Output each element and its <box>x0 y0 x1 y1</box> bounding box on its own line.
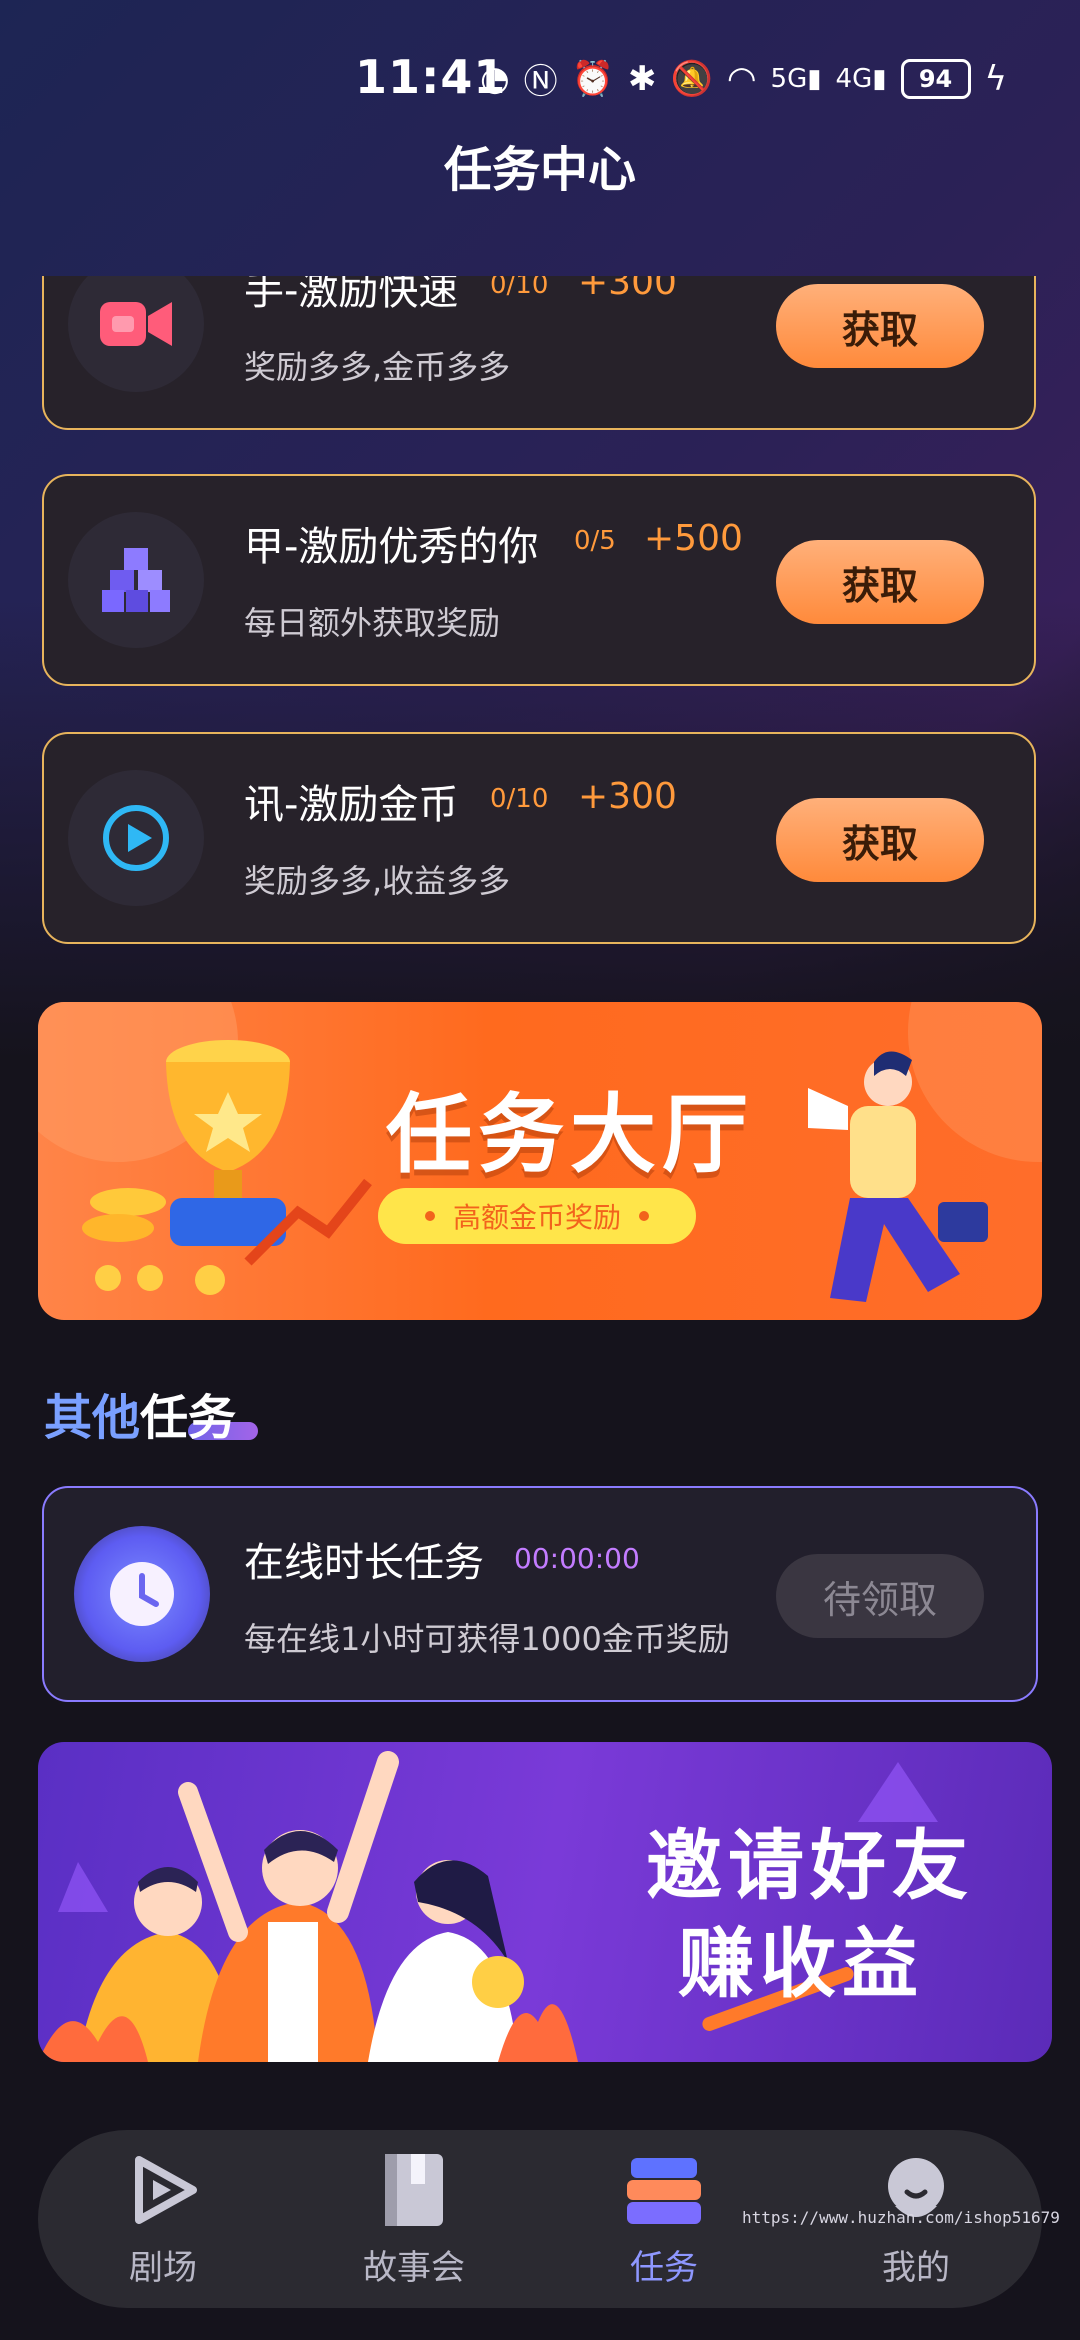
task-desc: 奖励多多,金币多多 <box>244 348 511 386</box>
watermark: https://www.huzhan.com/ishop51679 <box>742 2208 1060 2227</box>
task-list: 手-激励快速 0/10 +300 奖励多多,金币多多 获取 甲-激励优秀的你 0… <box>0 276 1080 956</box>
battery-icon: 94 <box>900 58 971 99</box>
task-title: 手-激励快速 <box>244 276 459 314</box>
task-title: 讯-激励金币 <box>244 782 459 828</box>
online-task-title: 在线时长任务 <box>244 1540 484 1586</box>
task-title: 甲-激励优秀的你 <box>244 524 539 570</box>
online-task-timer: 00:00:00 <box>514 1542 640 1575</box>
charging-icon: ϟ <box>984 58 1007 99</box>
status-icons: ◔ Ⓝ ⏰ ✱ 🔕 ◠ 5G▮ 4G▮ 94 ϟ <box>480 54 1007 103</box>
nav-label: 任务 <box>630 2248 698 2288</box>
pending-claim-button[interactable]: 待领取 <box>776 1554 984 1638</box>
task-hall-subtitle: 高额金币奖励 <box>452 1201 621 1234</box>
task-card: 手-激励快速 0/10 +300 奖励多多,金币多多 获取 <box>42 276 1036 430</box>
page-title: 任务中心 <box>443 142 636 198</box>
speed-icon: ◔ <box>480 58 510 99</box>
section-title-accent: 其他 <box>44 1390 141 1446</box>
section-title: 其他任务 <box>44 1378 236 1448</box>
task-desc: 每日额外获取奖励 <box>244 604 501 642</box>
nav-item-tasks[interactable]: 任务 <box>584 2150 744 2289</box>
nav-label: 剧场 <box>129 2248 197 2288</box>
task-reward: +300 <box>578 776 677 817</box>
claim-button[interactable]: 获取 <box>776 540 984 624</box>
online-task-desc: 每在线1小时可获得1000金币奖励 <box>244 1620 730 1658</box>
task-icon <box>624 2150 704 2230</box>
task-progress: 0/10 <box>490 784 549 814</box>
claim-button[interactable]: 获取 <box>776 284 984 368</box>
signal-4g-icon: 4G▮ <box>835 63 887 94</box>
nav-label: 我的 <box>882 2248 950 2288</box>
pill-dot <box>639 1211 649 1221</box>
notebook-icon <box>374 2150 454 2230</box>
task-hall-title: 任务大厅 <box>386 1085 754 1185</box>
mute-bell-icon: 🔕 <box>670 58 713 99</box>
section-title-rest: 任务 <box>140 1390 237 1446</box>
pill-dot <box>424 1211 435 1221</box>
nav-item-theater[interactable]: 剧场 <box>83 2150 243 2289</box>
nfc-icon: Ⓝ <box>523 62 558 102</box>
video-camera-icon <box>68 276 204 392</box>
invite-title-line2: 赚收益 <box>678 1919 924 2008</box>
theater-icon <box>123 2150 203 2230</box>
status-bar: 11:41 ◔ Ⓝ ⏰ ✱ 🔕 ◠ 5G▮ 4G▮ 94 ϟ <box>0 40 1080 120</box>
clock-icon <box>74 1526 210 1662</box>
task-hall-subtitle-pill: 高额金币奖励 <box>378 1188 696 1244</box>
task-card: 甲-激励优秀的你 0/5 +500 每日额外获取奖励 获取 <box>42 474 1036 686</box>
online-time-task-card: 在线时长任务 00:00:00 每在线1小时可获得1000金币奖励 待领取 <box>42 1486 1038 1702</box>
play-icon <box>68 770 204 906</box>
alarm-icon: ⏰ <box>571 58 615 99</box>
bluetooth-icon: ✱ <box>628 58 657 99</box>
task-hall-banner[interactable]: 任务大厅 高额金币奖励 <box>38 1002 1042 1320</box>
task-reward: +500 <box>644 518 743 559</box>
wifi-icon: ◠ <box>726 58 757 99</box>
signal-5g-icon: 5G▮ <box>770 63 822 94</box>
claim-button[interactable]: 获取 <box>776 798 984 882</box>
invite-friends-banner[interactable]: 邀请好友 赚收益 <box>38 1742 1052 2062</box>
nav-item-stories[interactable]: 故事会 <box>334 2150 494 2289</box>
task-reward: +300 <box>578 276 677 303</box>
task-desc: 奖励多多,收益多多 <box>244 862 511 900</box>
invite-title-line1: 邀请好友 <box>646 1821 974 1910</box>
task-progress: 0/5 <box>574 526 616 556</box>
task-card: 讯-激励金币 0/10 +300 奖励多多,收益多多 获取 <box>42 732 1036 944</box>
cubes-icon <box>68 512 204 648</box>
nav-label: 故事会 <box>363 2248 465 2288</box>
task-progress: 0/10 <box>490 276 549 300</box>
